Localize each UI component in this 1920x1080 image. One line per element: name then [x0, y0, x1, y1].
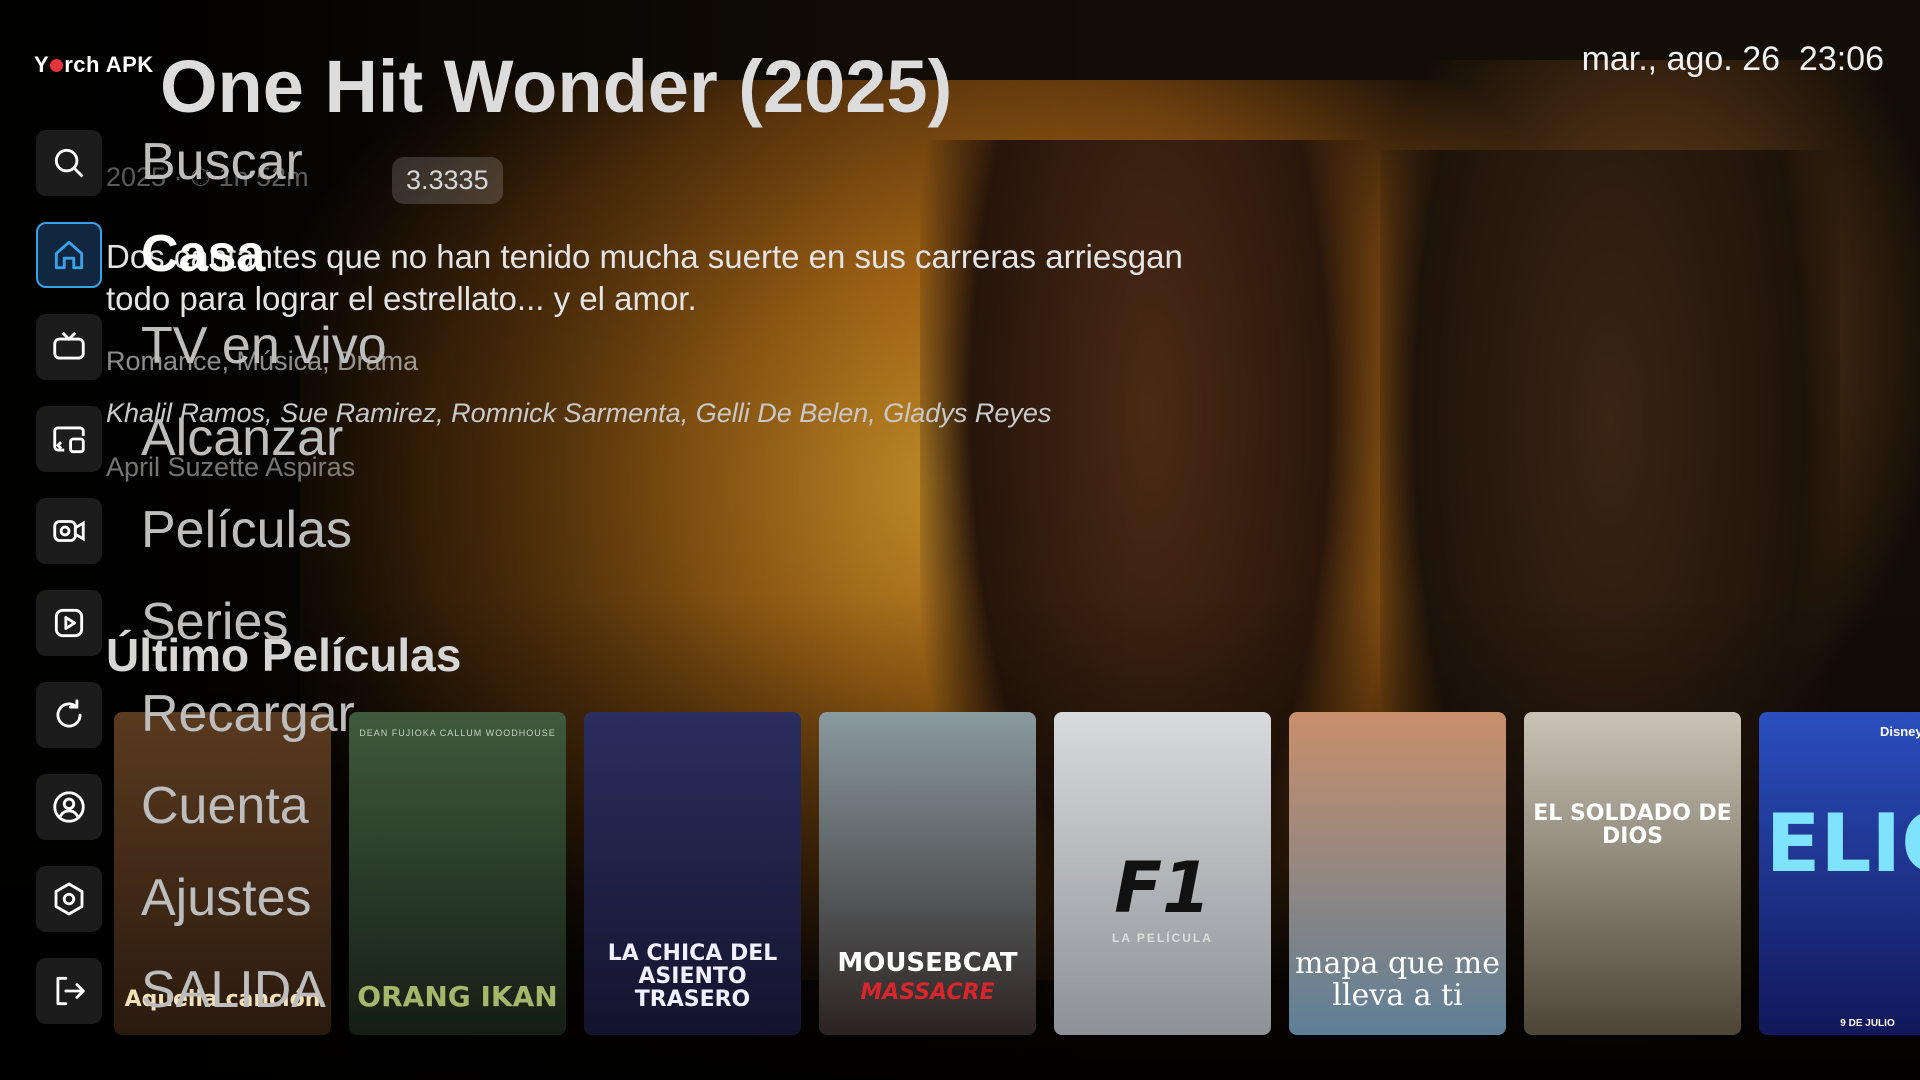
nav-label: Series	[141, 593, 289, 651]
poster-card[interactable]: F1 LA PELÍCULA	[1054, 712, 1271, 1035]
poster-subtitle: LA PELÍCULA	[1112, 931, 1213, 945]
nav-label: Cuenta	[141, 777, 309, 835]
catchup-icon	[36, 406, 102, 472]
nav-label: Casa	[141, 225, 266, 283]
poster-title: ELIO	[1765, 797, 1920, 890]
nav-label: TV en vivo	[141, 317, 387, 375]
logout-icon	[36, 958, 102, 1024]
gear-icon	[36, 866, 102, 932]
poster-date: 9 DE JULIO	[1840, 1018, 1895, 1029]
play-icon	[36, 590, 102, 656]
nav-label: Buscar	[141, 133, 303, 191]
poster-card[interactable]: Disney PIXAR ELIO 9 DE JULIO	[1759, 712, 1920, 1035]
account-icon	[36, 774, 102, 840]
poster-card[interactable]: mapa que me lleva a ti	[1289, 712, 1506, 1035]
poster-studio: Disney PIXAR	[1880, 724, 1920, 739]
tv-icon	[36, 314, 102, 380]
nav-label: Recargar	[141, 685, 355, 743]
poster-title: mapa que me lleva a ti	[1295, 946, 1500, 1013]
poster-card[interactable]: MOUSEBCAT MASSACRE	[819, 712, 1036, 1035]
poster-title: F1	[1114, 846, 1211, 929]
rating-badge: 3.3335	[392, 157, 503, 204]
sidebar-nav: Buscar Casa TV en vivo Alcanzar Película…	[0, 0, 390, 1080]
reload-icon	[36, 682, 102, 748]
nav-label: Ajustes	[141, 869, 312, 927]
poster-card[interactable]: LA CHICA DEL ASIENTO TRASERO	[584, 712, 801, 1035]
date-time: mar., ago. 26 23:06	[1581, 40, 1884, 78]
poster-title: MOUSEBCAT MASSACRE	[837, 948, 1018, 1005]
nav-label: Películas	[141, 501, 352, 559]
home-icon	[36, 222, 102, 288]
poster-card[interactable]: EL SOLDADO DE DIOS	[1524, 712, 1741, 1035]
search-icon	[36, 130, 102, 196]
nav-label: Alcanzar	[141, 409, 344, 467]
poster-title: LA CHICA DEL ASIENTO TRASERO	[607, 940, 778, 1012]
movie-camera-icon	[36, 498, 102, 564]
poster-title: EL SOLDADO DE DIOS	[1533, 801, 1732, 850]
nav-label: SALIDA	[141, 961, 326, 1019]
